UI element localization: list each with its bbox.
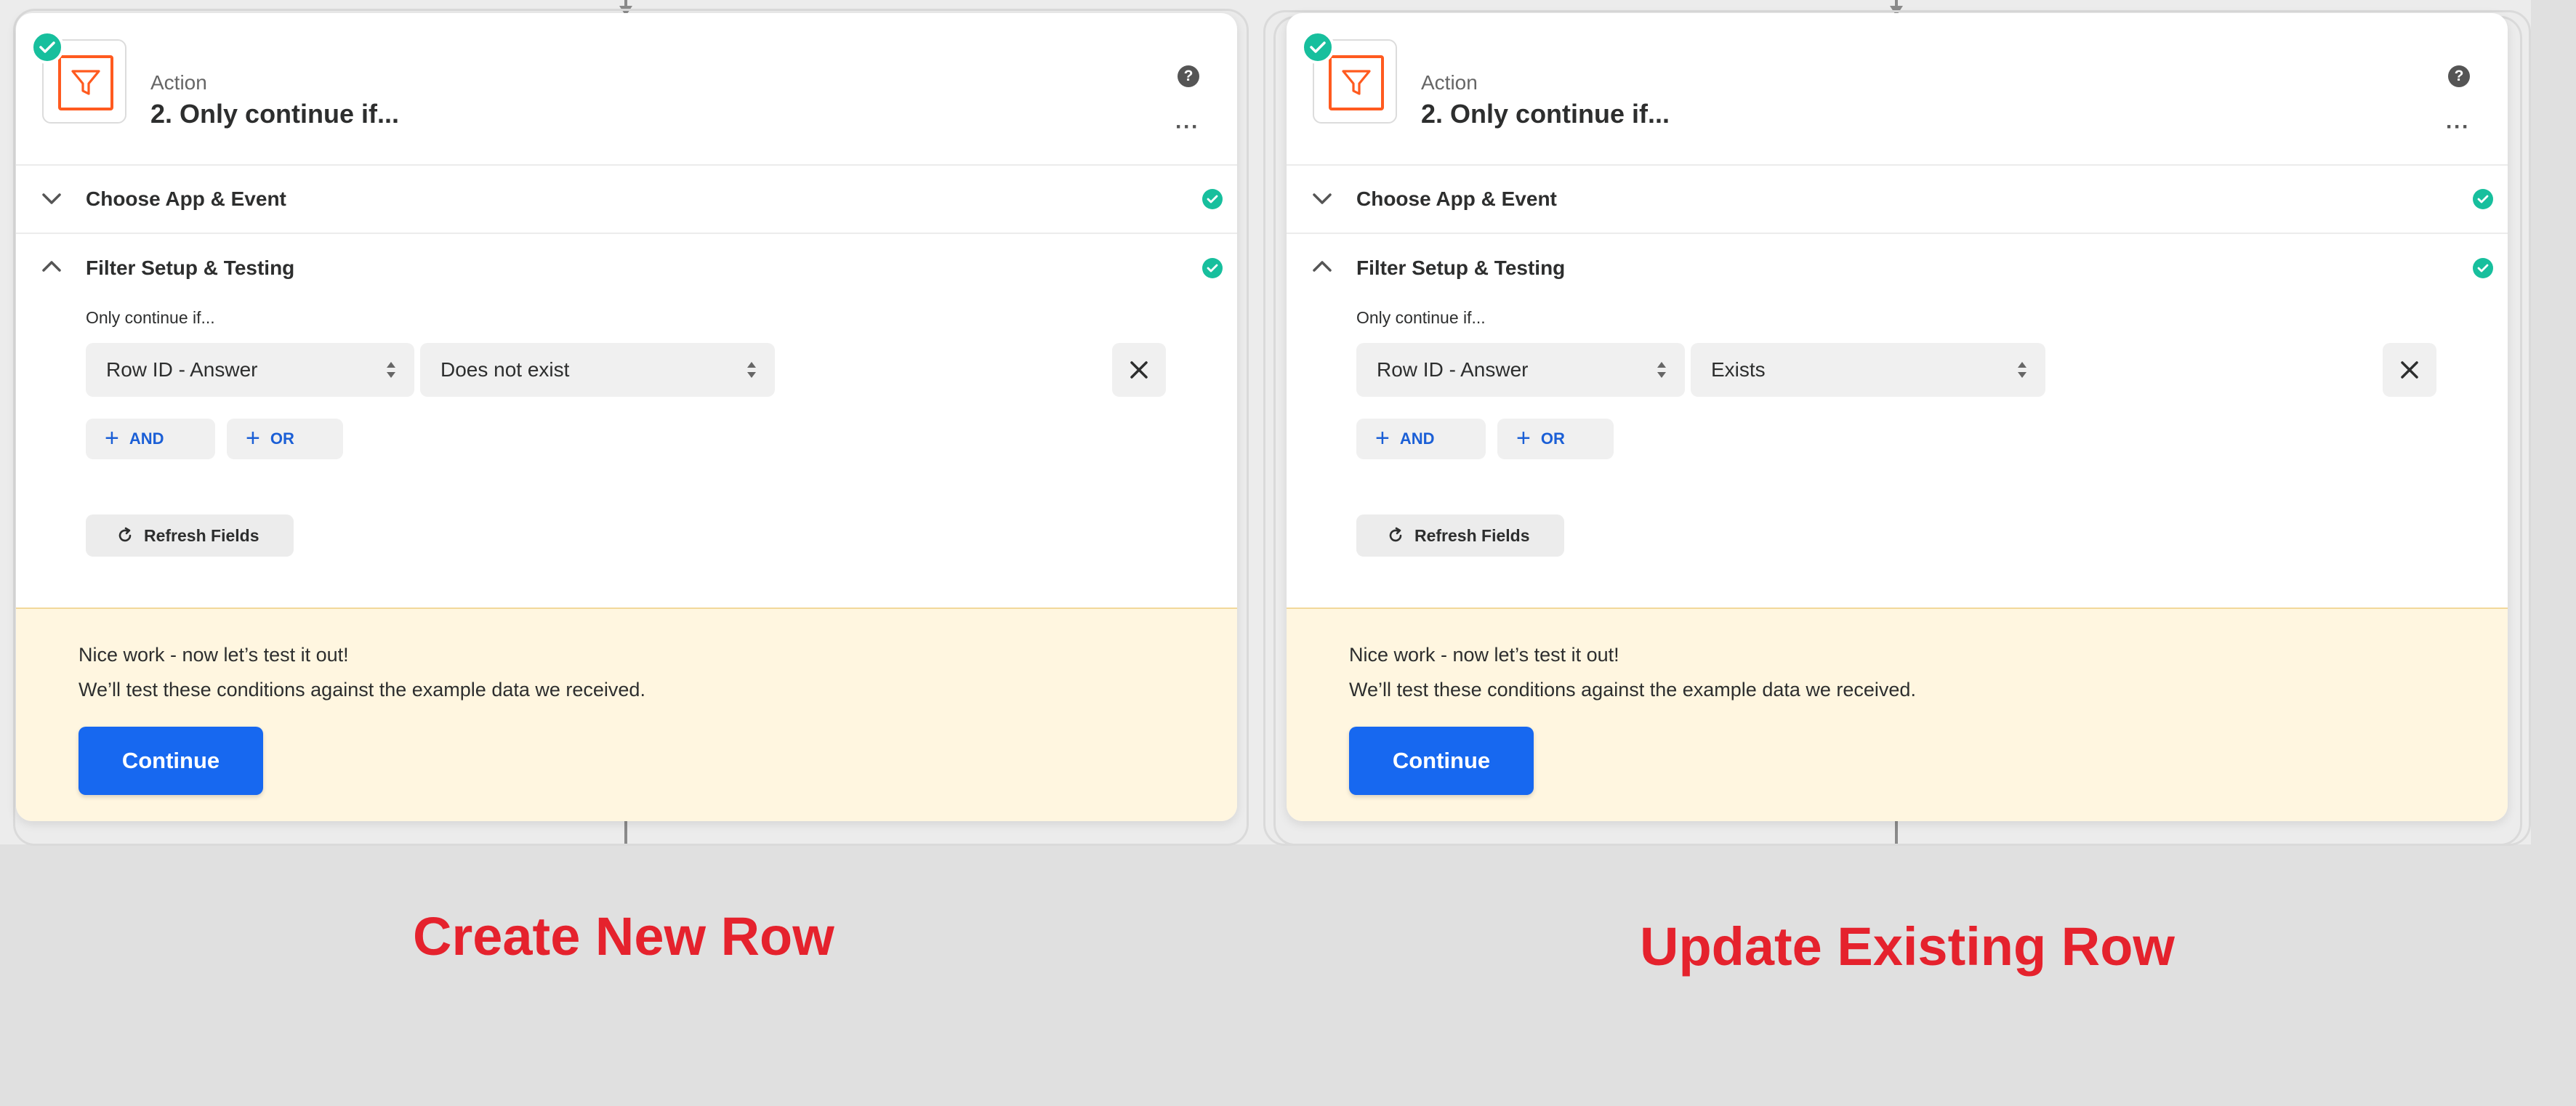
help-icon[interactable]: ? <box>2448 65 2470 87</box>
more-options-icon[interactable]: ··· <box>1175 116 1199 138</box>
check-icon <box>2473 189 2493 209</box>
caption-create-new-row: Create New Row <box>413 906 834 966</box>
add-and-button[interactable]: + AND <box>1356 419 1486 459</box>
filter-intro-label: Only continue if... <box>1356 308 1486 327</box>
test-message-title: Nice work - now let’s test it out! <box>1349 644 1619 666</box>
test-message-body: We’ll test these conditions against the … <box>1349 679 1916 701</box>
action-step-card: Action 2. Only continue if... ? ··· Choo… <box>16 13 1237 821</box>
select-updown-icon <box>747 362 756 378</box>
select-updown-icon <box>2018 362 2026 378</box>
plus-icon: + <box>105 424 119 452</box>
step-header[interactable]: Action 2. Only continue if... ? ··· <box>16 13 1237 166</box>
test-panel: Nice work - now let’s test it out! We’ll… <box>16 608 1237 821</box>
or-label: OR <box>270 429 294 448</box>
field-select[interactable]: Row ID - Answer <box>1356 343 1685 397</box>
condition-select-value: Does not exist <box>440 358 570 381</box>
remove-condition-button[interactable] <box>1112 343 1166 397</box>
chevron-down-icon <box>1313 193 1332 204</box>
and-label: AND <box>1399 429 1435 448</box>
check-icon <box>1202 258 1223 278</box>
and-label: AND <box>129 429 164 448</box>
chevron-up-icon <box>1313 261 1332 272</box>
section-title: Filter Setup & Testing <box>86 257 295 279</box>
check-icon <box>2473 258 2493 278</box>
refresh-label: Refresh Fields <box>1414 525 1530 545</box>
condition-select-value: Exists <box>1711 358 1766 381</box>
step-title: 2. Only continue if... <box>1421 99 1670 129</box>
add-or-button[interactable]: + OR <box>227 419 343 459</box>
filter-funnel-icon <box>58 55 113 110</box>
test-message-title: Nice work - now let’s test it out! <box>79 644 349 666</box>
section-choose-app-event[interactable]: Choose App & Event <box>1287 166 2508 234</box>
chevron-up-icon <box>42 261 61 272</box>
filter-body: Only continue if... Row ID - Answer Exis… <box>1287 302 2508 596</box>
filter-body: Only continue if... Row ID - Answer Does… <box>16 302 1237 596</box>
add-and-button[interactable]: + AND <box>86 419 215 459</box>
action-step-card: Action 2. Only continue if... ? ··· Choo… <box>1287 13 2508 821</box>
section-filter-setup[interactable]: Filter Setup & Testing <box>1287 234 2508 302</box>
check-icon <box>1202 189 1223 209</box>
plus-icon: + <box>1375 424 1390 452</box>
section-filter-setup[interactable]: Filter Setup & Testing <box>16 234 1237 302</box>
condition-select[interactable]: Does not exist <box>420 343 775 397</box>
more-options-icon[interactable]: ··· <box>2446 116 2470 138</box>
caption-update-existing-row: Update Existing Row <box>1640 916 2175 977</box>
step-type-label: Action <box>150 71 207 94</box>
refresh-fields-button[interactable]: Refresh Fields <box>86 514 294 557</box>
help-icon[interactable]: ? <box>1178 65 1199 87</box>
select-updown-icon <box>1657 362 1666 378</box>
check-icon <box>1301 31 1335 64</box>
section-choose-app-event[interactable]: Choose App & Event <box>16 166 1237 234</box>
filter-intro-label: Only continue if... <box>86 308 215 327</box>
section-title: Filter Setup & Testing <box>1356 257 1566 279</box>
section-title: Choose App & Event <box>1356 187 1557 210</box>
add-or-button[interactable]: + OR <box>1497 419 1614 459</box>
close-icon <box>1130 361 1148 379</box>
close-icon <box>2401 361 2418 379</box>
refresh-label: Refresh Fields <box>144 525 259 545</box>
step-type-label: Action <box>1421 71 1478 94</box>
section-title: Choose App & Event <box>86 187 286 210</box>
refresh-icon <box>118 527 132 542</box>
refresh-fields-button[interactable]: Refresh Fields <box>1356 514 1564 557</box>
test-message-body: We’ll test these conditions against the … <box>79 679 645 701</box>
select-updown-icon <box>387 362 395 378</box>
plus-icon: + <box>246 424 260 452</box>
field-select-value: Row ID - Answer <box>1377 358 1529 381</box>
chevron-down-icon <box>42 193 61 204</box>
refresh-icon <box>1389 527 1402 542</box>
continue-button[interactable]: Continue <box>79 727 263 795</box>
continue-button[interactable]: Continue <box>1349 727 1534 795</box>
step-title: 2. Only continue if... <box>150 99 400 129</box>
step-header[interactable]: Action 2. Only continue if... ? ··· <box>1287 13 2508 166</box>
remove-condition-button[interactable] <box>2383 343 2436 397</box>
test-panel: Nice work - now let’s test it out! We’ll… <box>1287 608 2508 821</box>
field-select[interactable]: Row ID - Answer <box>86 343 414 397</box>
field-select-value: Row ID - Answer <box>106 358 258 381</box>
plus-icon: + <box>1516 424 1531 452</box>
condition-select[interactable]: Exists <box>1691 343 2045 397</box>
filter-funnel-icon <box>1329 55 1384 110</box>
or-label: OR <box>1540 429 1565 448</box>
check-icon <box>31 31 64 64</box>
